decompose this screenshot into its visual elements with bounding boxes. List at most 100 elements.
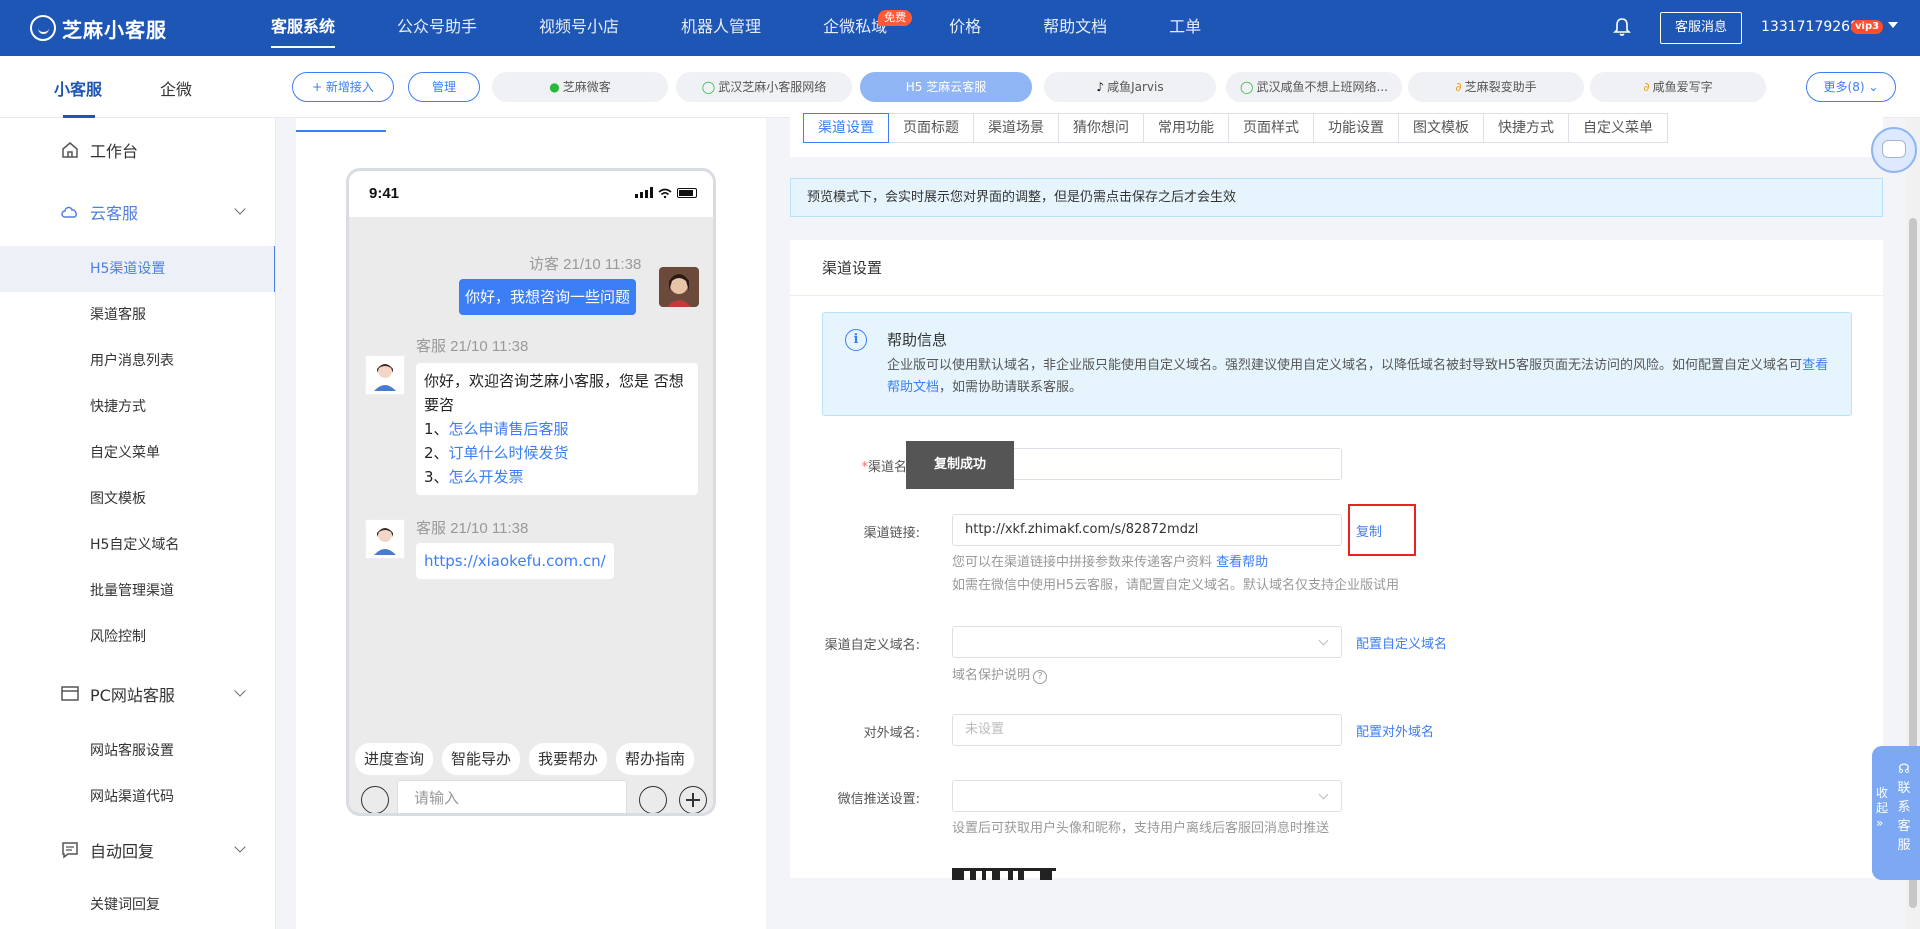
sidebar-item-workbench[interactable]: 工作台 [60,138,138,162]
tab-common-functions[interactable]: 常用功能 [1143,113,1229,143]
robot-assistant-avatar[interactable] [1871,127,1917,173]
domain-protect-hint[interactable]: 域名保护说明? [952,664,1048,684]
sidebar-item-keyword-reply[interactable]: 关键词回复 [0,882,275,928]
tab-channel-settings[interactable]: 渠道设置 [803,113,889,143]
config-tabs-card: 渠道设置 页面标题 渠道场景 猜你想问 常用功能 页面样式 功能设置 图文模板 … [790,105,1883,157]
nav-official-account[interactable]: 公众号助手 [366,0,508,56]
nav-robot[interactable]: 机器人管理 [650,0,792,56]
caret-down-icon[interactable] [1888,22,1898,28]
website-link[interactable]: https://xiaokefu.com.cn/ [424,552,606,570]
tab-channel-scene[interactable]: 渠道场景 [973,113,1059,143]
sidebar-item-custom-menu[interactable]: 自定义菜单 [0,430,275,476]
quick-smart-guide[interactable]: 智能导办 [442,743,521,775]
sidebar-item-batch-manage[interactable]: 批量管理渠道 [0,568,275,614]
tab-article-template[interactable]: 图文模板 [1398,113,1484,143]
sidebar-item-site-code[interactable]: 网站渠道代码 [0,774,275,820]
sidebar-item-shortcuts[interactable]: 快捷方式 [0,384,275,430]
agent-message-meta: 客服 21/10 11:38 [416,520,529,537]
faq-link[interactable]: 订单什么时候发货 [449,444,569,462]
quick-help-guide[interactable]: 帮办指南 [616,743,695,775]
sidebar-item-channel-agent[interactable]: 渠道客服 [0,292,275,338]
sidebar-item-h5-domain[interactable]: H5自定义域名 [0,522,275,568]
link-hint-text: 您可以在渠道链接中拼接参数来传递客户资料 [952,555,1213,570]
configure-domain-link[interactable]: 配置自定义域名 [1356,633,1447,652]
external-domain-input[interactable]: 未设置 [952,714,1342,746]
battery-icon [677,187,697,198]
channel-link-input[interactable]: http://xkf.zhimakf.com/s/82872mdzl [952,514,1342,546]
main-nav: 客服系统 公众号助手 视频号小店 机器人管理 企微私域 免费 价格 帮助文档 工… [240,0,1232,56]
bell-icon[interactable] [1613,17,1631,37]
faq-number: 1、 [424,420,449,438]
quick-actions: 进度查询 智能导办 我要帮办 帮办指南 [355,743,695,775]
chevron-down-icon[interactable] [234,203,246,215]
user-phone[interactable]: 13317179268 [1761,19,1859,35]
chevron-down-icon [1318,789,1329,800]
tab-page-title[interactable]: 页面标题 [888,113,974,143]
channel-link-label: 渠道链接: [863,526,920,541]
external-domain-label: 对外域名: [863,726,920,741]
faq-option[interactable]: 2、订单什么时候发货 [424,441,690,465]
sidebar-item-site-settings[interactable]: 网站客服设置 [0,728,275,774]
channel-name-label: *渠道名称 [790,456,920,475]
tab-function-settings[interactable]: 功能设置 [1313,113,1399,143]
nav-pricing[interactable]: 价格 [918,0,1012,56]
card-title: 渠道设置 [822,259,883,277]
channel-pill-xianyu-xiezi[interactable]: ∂ 咸鱼爱写字 [1590,72,1766,102]
smile-logo-icon [30,15,56,41]
plus-icon[interactable] [679,786,707,813]
quick-request-help[interactable]: 我要帮办 [529,743,608,775]
add-channel-button[interactable]: + 新增接入 [292,72,394,102]
faq-option[interactable]: 1、怎么申请售后客服 [424,417,690,441]
faq-link[interactable]: 怎么开发票 [449,468,524,486]
contact-service-button[interactable]: ☊ 联系客服 [1896,760,1912,855]
wechat-push-select[interactable] [952,780,1342,812]
channel-pill-wuhan-zhima[interactable]: ◯ 武汉芝麻小客服网络 [676,72,852,102]
phone-input-row: 请输入 [349,780,713,813]
tab-guess-questions[interactable]: 猜你想问 [1058,113,1144,143]
chevron-down-icon[interactable] [234,841,246,853]
sidebar-group-cloud[interactable]: 云客服 [60,200,138,224]
configure-external-link[interactable]: 配置对外域名 [1356,721,1434,740]
brand-logo[interactable]: 芝麻小客服 [30,13,167,43]
sidebar-item-user-messages[interactable]: 用户消息列表 [0,338,275,384]
nav-wecom-private[interactable]: 企微私域 免费 [792,0,918,56]
manage-button[interactable]: 管理 [408,72,480,102]
channel-pill-zhima-weike[interactable]: ● 芝麻微客 [492,72,668,102]
nav-customer-system[interactable]: 客服系统 [240,0,366,56]
chevron-down-icon[interactable] [234,685,246,697]
contact-service-float[interactable]: 收起» ☊ 联系客服 [1872,746,1920,880]
sidebar-item-risk-control[interactable]: 风险控制 [0,614,275,660]
channel-pill-xianyu-jarvis[interactable]: ♪ 咸鱼Jarvis [1044,72,1216,102]
sidebar-group-pc[interactable]: PC网站客服 [60,682,175,706]
chat-icon [62,842,78,859]
quick-progress-query[interactable]: 进度查询 [355,743,434,775]
channel-pill-h5-cloud[interactable]: H5 芝麻云客服 [860,72,1032,102]
nav-help-docs[interactable]: 帮助文档 [1012,0,1138,56]
more-channels-button[interactable]: 更多(8) ⌄ [1806,72,1896,102]
tab-shortcuts[interactable]: 快捷方式 [1483,113,1569,143]
nav-tickets[interactable]: 工单 [1138,0,1232,56]
whatsapp-icon: ◯ [1240,80,1254,94]
agent-avatar [365,519,405,559]
tab-wecom[interactable]: 企微 [160,76,192,100]
channel-pill-wuhan-xianyu[interactable]: ◯ 武汉咸鱼不想上班网络... [1226,72,1402,102]
tab-custom-menu[interactable]: 自定义菜单 [1568,113,1668,143]
channel-pill-zhima-liebian[interactable]: ∂ 芝麻裂变助手 [1408,72,1584,102]
collapse-button[interactable]: 收起» [1876,786,1888,831]
custom-domain-select[interactable] [952,626,1342,658]
tab-page-style[interactable]: 页面样式 [1228,113,1314,143]
faq-option[interactable]: 3、怎么开发票 [424,465,690,489]
faq-link[interactable]: 怎么申请售后客服 [449,420,569,438]
keyboard-icon[interactable] [361,786,389,813]
preview-tab-indicator [296,130,386,132]
tab-xiaokefu[interactable]: 小客服 [54,76,102,100]
nav-video-shop[interactable]: 视频号小店 [508,0,650,56]
emoji-icon[interactable] [639,786,667,813]
link-help-link[interactable]: 查看帮助 [1216,555,1268,570]
sidebar-item-article-template[interactable]: 图文模板 [0,476,275,522]
sidebar-item-h5-channel[interactable]: H5渠道设置 [0,246,275,292]
service-message-button[interactable]: 客服消息 [1660,12,1742,44]
phone-message-input[interactable]: 请输入 [397,780,627,813]
sidebar-group-auto-reply[interactable]: 自动回复 [60,838,154,862]
sidebar-group-label: 自动回复 [90,842,155,861]
